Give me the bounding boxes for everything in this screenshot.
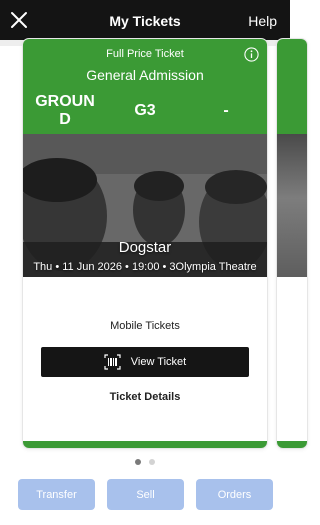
price-type-label: Full Price Ticket [106, 48, 184, 60]
ticket-header: Full Price Ticket General Admission GROU… [23, 39, 267, 134]
ticket-details-link[interactable]: Ticket Details [23, 391, 267, 403]
page-indicator [0, 459, 290, 465]
info-icon[interactable] [244, 47, 259, 62]
seat-section: GROUN D [35, 93, 95, 128]
next-ticket-footer-strip [277, 441, 307, 448]
top-bar: My Tickets Help [0, 0, 290, 40]
orders-button[interactable]: Orders [196, 479, 273, 510]
event-image: Dogstar Thu • 11 Jun 2026 • 19:00 • 3Oly… [23, 134, 267, 277]
event-details: Thu • 11 Jun 2026 • 19:00 • 3Olympia The… [33, 261, 257, 273]
barcode-icon [104, 354, 121, 370]
next-ticket-image [277, 134, 307, 277]
event-name: Dogstar [118, 239, 172, 256]
page-title: My Tickets [109, 13, 181, 29]
help-button[interactable]: Help [248, 0, 277, 40]
sell-button[interactable]: Sell [107, 479, 184, 510]
view-ticket-button[interactable]: View Ticket [41, 347, 249, 377]
transfer-button[interactable]: Transfer [18, 479, 95, 510]
seat-row: G3 [134, 102, 156, 119]
next-ticket-header [277, 39, 307, 134]
next-ticket-card[interactable] [277, 39, 307, 448]
page-dot[interactable] [149, 459, 155, 465]
admission-label: General Admission [86, 67, 204, 83]
view-ticket-label: View Ticket [130, 356, 187, 368]
ticket-card[interactable]: Full Price Ticket General Admission GROU… [23, 39, 267, 448]
mobile-tickets-label: Mobile Tickets [110, 320, 180, 332]
seat-number: - [223, 102, 229, 119]
page-dot-active[interactable] [135, 459, 141, 465]
ticket-footer-strip [23, 441, 267, 448]
